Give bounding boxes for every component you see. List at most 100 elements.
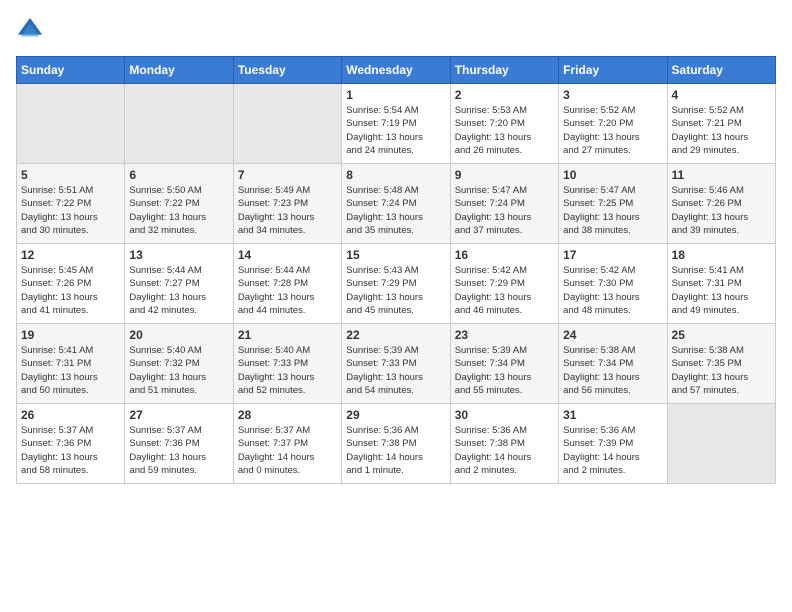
page-header <box>16 16 776 44</box>
day-info: Sunrise: 5:44 AM Sunset: 7:28 PM Dayligh… <box>238 264 337 317</box>
header-day: Tuesday <box>233 57 341 84</box>
calendar-cell: 7 Sunrise: 5:49 AM Sunset: 7:23 PM Daylig… <box>233 164 341 244</box>
day-number: 23 <box>455 328 554 342</box>
calendar-week-row: 5 Sunrise: 5:51 AM Sunset: 7:22 PM Daylig… <box>17 164 776 244</box>
day-info: Sunrise: 5:37 AM Sunset: 7:37 PM Dayligh… <box>238 424 337 477</box>
calendar-cell: 18 Sunrise: 5:41 AM Sunset: 7:31 PM Dayli… <box>667 244 775 324</box>
day-number: 19 <box>21 328 120 342</box>
day-info: Sunrise: 5:36 AM Sunset: 7:38 PM Dayligh… <box>346 424 445 477</box>
header-day: Sunday <box>17 57 125 84</box>
calendar-table: SundayMondayTuesdayWednesdayThursdayFrid… <box>16 56 776 484</box>
day-number: 13 <box>129 248 228 262</box>
day-info: Sunrise: 5:52 AM Sunset: 7:20 PM Dayligh… <box>563 104 662 157</box>
day-number: 25 <box>672 328 771 342</box>
calendar-cell: 5 Sunrise: 5:51 AM Sunset: 7:22 PM Daylig… <box>17 164 125 244</box>
calendar-cell: 31Sunrise: 5:36 AM Sunset: 7:39 PM Dayli… <box>559 404 667 484</box>
day-number: 30 <box>455 408 554 422</box>
day-info: Sunrise: 5:51 AM Sunset: 7:22 PM Dayligh… <box>21 184 120 237</box>
calendar-cell: 13 Sunrise: 5:44 AM Sunset: 7:27 PM Dayli… <box>125 244 233 324</box>
calendar-week-row: 26Sunrise: 5:37 AM Sunset: 7:36 PM Dayli… <box>17 404 776 484</box>
header-day: Saturday <box>667 57 775 84</box>
day-info: Sunrise: 5:36 AM Sunset: 7:39 PM Dayligh… <box>563 424 662 477</box>
day-info: Sunrise: 5:52 AM Sunset: 7:21 PM Dayligh… <box>672 104 771 157</box>
calendar-cell: 9Sunrise: 5:47 AM Sunset: 7:24 PM Daylig… <box>450 164 558 244</box>
day-number: 28 <box>238 408 337 422</box>
day-number: 6 <box>129 168 228 182</box>
day-number: 14 <box>238 248 337 262</box>
calendar-cell: 27 Sunrise: 5:37 AM Sunset: 7:36 PM Dayli… <box>125 404 233 484</box>
day-number: 24 <box>563 328 662 342</box>
header-day: Monday <box>125 57 233 84</box>
day-number: 21 <box>238 328 337 342</box>
day-info: Sunrise: 5:47 AM Sunset: 7:25 PM Dayligh… <box>563 184 662 237</box>
day-number: 18 <box>672 248 771 262</box>
day-number: 15 <box>346 248 445 262</box>
calendar-cell: 23 Sunrise: 5:39 AM Sunset: 7:34 PM Dayli… <box>450 324 558 404</box>
calendar-cell: 30Sunrise: 5:36 AM Sunset: 7:38 PM Dayli… <box>450 404 558 484</box>
calendar-cell: 15 Sunrise: 5:43 AM Sunset: 7:29 PM Dayli… <box>342 244 450 324</box>
calendar-cell <box>125 84 233 164</box>
day-info: Sunrise: 5:37 AM Sunset: 7:36 PM Dayligh… <box>21 424 120 477</box>
calendar-cell: 14 Sunrise: 5:44 AM Sunset: 7:28 PM Dayli… <box>233 244 341 324</box>
calendar-cell: 1 Sunrise: 5:54 AM Sunset: 7:19 PM Daylig… <box>342 84 450 164</box>
header-day: Friday <box>559 57 667 84</box>
day-info: Sunrise: 5:39 AM Sunset: 7:34 PM Dayligh… <box>455 344 554 397</box>
day-number: 11 <box>672 168 771 182</box>
calendar-cell <box>233 84 341 164</box>
calendar-cell: 2 Sunrise: 5:53 AM Sunset: 7:20 PM Daylig… <box>450 84 558 164</box>
calendar-cell: 24 Sunrise: 5:38 AM Sunset: 7:34 PM Dayli… <box>559 324 667 404</box>
day-info: Sunrise: 5:45 AM Sunset: 7:26 PM Dayligh… <box>21 264 120 317</box>
header-day: Wednesday <box>342 57 450 84</box>
day-info: Sunrise: 5:44 AM Sunset: 7:27 PM Dayligh… <box>129 264 228 317</box>
day-info: Sunrise: 5:38 AM Sunset: 7:34 PM Dayligh… <box>563 344 662 397</box>
calendar-cell: 3Sunrise: 5:52 AM Sunset: 7:20 PM Daylig… <box>559 84 667 164</box>
day-info: Sunrise: 5:41 AM Sunset: 7:31 PM Dayligh… <box>672 264 771 317</box>
day-info: Sunrise: 5:42 AM Sunset: 7:29 PM Dayligh… <box>455 264 554 317</box>
day-number: 10 <box>563 168 662 182</box>
calendar-cell: 26Sunrise: 5:37 AM Sunset: 7:36 PM Dayli… <box>17 404 125 484</box>
day-info: Sunrise: 5:47 AM Sunset: 7:24 PM Dayligh… <box>455 184 554 237</box>
day-number: 1 <box>346 88 445 102</box>
day-info: Sunrise: 5:53 AM Sunset: 7:20 PM Dayligh… <box>455 104 554 157</box>
day-info: Sunrise: 5:40 AM Sunset: 7:33 PM Dayligh… <box>238 344 337 397</box>
day-number: 5 <box>21 168 120 182</box>
day-number: 12 <box>21 248 120 262</box>
logo-icon <box>16 16 44 44</box>
calendar-cell: 6 Sunrise: 5:50 AM Sunset: 7:22 PM Daylig… <box>125 164 233 244</box>
header-day: Thursday <box>450 57 558 84</box>
day-info: Sunrise: 5:50 AM Sunset: 7:22 PM Dayligh… <box>129 184 228 237</box>
calendar-cell: 16 Sunrise: 5:42 AM Sunset: 7:29 PM Dayli… <box>450 244 558 324</box>
calendar-cell: 17 Sunrise: 5:42 AM Sunset: 7:30 PM Dayli… <box>559 244 667 324</box>
calendar-cell: 21 Sunrise: 5:40 AM Sunset: 7:33 PM Dayli… <box>233 324 341 404</box>
calendar-cell: 8Sunrise: 5:48 AM Sunset: 7:24 PM Daylig… <box>342 164 450 244</box>
day-info: Sunrise: 5:43 AM Sunset: 7:29 PM Dayligh… <box>346 264 445 317</box>
day-info: Sunrise: 5:39 AM Sunset: 7:33 PM Dayligh… <box>346 344 445 397</box>
calendar-cell <box>667 404 775 484</box>
header-row: SundayMondayTuesdayWednesdayThursdayFrid… <box>17 57 776 84</box>
day-info: Sunrise: 5:49 AM Sunset: 7:23 PM Dayligh… <box>238 184 337 237</box>
day-number: 4 <box>672 88 771 102</box>
day-info: Sunrise: 5:37 AM Sunset: 7:36 PM Dayligh… <box>129 424 228 477</box>
calendar-cell: 11 Sunrise: 5:46 AM Sunset: 7:26 PM Dayli… <box>667 164 775 244</box>
day-number: 29 <box>346 408 445 422</box>
logo <box>16 16 48 44</box>
day-info: Sunrise: 5:46 AM Sunset: 7:26 PM Dayligh… <box>672 184 771 237</box>
day-number: 2 <box>455 88 554 102</box>
calendar-cell: 29 Sunrise: 5:36 AM Sunset: 7:38 PM Dayli… <box>342 404 450 484</box>
day-number: 17 <box>563 248 662 262</box>
calendar-cell: 10 Sunrise: 5:47 AM Sunset: 7:25 PM Dayli… <box>559 164 667 244</box>
day-number: 7 <box>238 168 337 182</box>
day-number: 27 <box>129 408 228 422</box>
calendar-cell: 28 Sunrise: 5:37 AM Sunset: 7:37 PM Dayli… <box>233 404 341 484</box>
calendar-week-row: 19Sunrise: 5:41 AM Sunset: 7:31 PM Dayli… <box>17 324 776 404</box>
calendar-cell: 4 Sunrise: 5:52 AM Sunset: 7:21 PM Daylig… <box>667 84 775 164</box>
day-number: 16 <box>455 248 554 262</box>
calendar-cell: 19Sunrise: 5:41 AM Sunset: 7:31 PM Dayli… <box>17 324 125 404</box>
calendar-cell: 22Sunrise: 5:39 AM Sunset: 7:33 PM Dayli… <box>342 324 450 404</box>
day-info: Sunrise: 5:54 AM Sunset: 7:19 PM Dayligh… <box>346 104 445 157</box>
day-info: Sunrise: 5:42 AM Sunset: 7:30 PM Dayligh… <box>563 264 662 317</box>
calendar-cell: 25Sunrise: 5:38 AM Sunset: 7:35 PM Dayli… <box>667 324 775 404</box>
calendar-week-row: 12 Sunrise: 5:45 AM Sunset: 7:26 PM Dayli… <box>17 244 776 324</box>
calendar-body: 1 Sunrise: 5:54 AM Sunset: 7:19 PM Daylig… <box>17 84 776 484</box>
calendar-cell: 12 Sunrise: 5:45 AM Sunset: 7:26 PM Dayli… <box>17 244 125 324</box>
